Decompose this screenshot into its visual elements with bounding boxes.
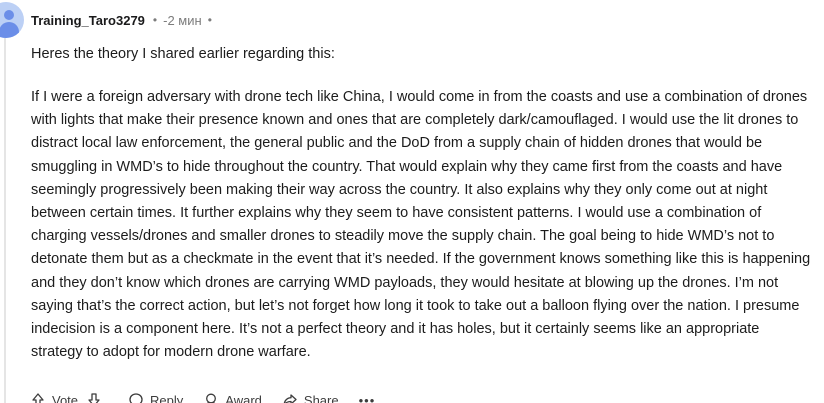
comment-text-body: If I were a foreign adversary with drone… bbox=[31, 89, 811, 361]
award-button[interactable]: Award bbox=[203, 392, 262, 403]
share-arrow-icon bbox=[283, 394, 297, 403]
vote-label: Vote bbox=[52, 392, 79, 403]
arrow-up-icon[interactable] bbox=[30, 392, 46, 403]
comment-actions: Vote Reply Award Share ••• bbox=[30, 388, 375, 403]
thread-line[interactable] bbox=[4, 30, 6, 403]
comment-text-intro: Heres the theory I shared earlier regard… bbox=[31, 46, 335, 62]
share-button[interactable]: Share bbox=[282, 392, 339, 403]
award-icon bbox=[206, 393, 217, 403]
meta-separator: • bbox=[152, 13, 158, 27]
speech-bubble-icon bbox=[129, 393, 143, 403]
reply-label: Reply bbox=[150, 392, 184, 403]
avatar-head bbox=[4, 10, 14, 20]
meta-separator-trailing: • bbox=[207, 13, 212, 27]
vote-group: Vote bbox=[30, 392, 108, 403]
timestamp[interactable]: -2 мин bbox=[163, 13, 202, 28]
comment-header: Training_Taro3279 • -2 мин • bbox=[31, 10, 212, 30]
share-label: Share bbox=[303, 392, 339, 403]
avatar[interactable] bbox=[0, 2, 24, 38]
arrow-down-icon[interactable] bbox=[86, 392, 102, 403]
award-label: Award bbox=[225, 392, 262, 403]
username-link[interactable]: Training_Taro3279 bbox=[31, 13, 145, 28]
comment: Training_Taro3279 • -2 мин • Heres the t… bbox=[0, 0, 824, 403]
reply-button[interactable]: Reply bbox=[128, 392, 183, 403]
more-options-button[interactable]: ••• bbox=[359, 393, 376, 403]
avatar-body bbox=[0, 22, 19, 38]
